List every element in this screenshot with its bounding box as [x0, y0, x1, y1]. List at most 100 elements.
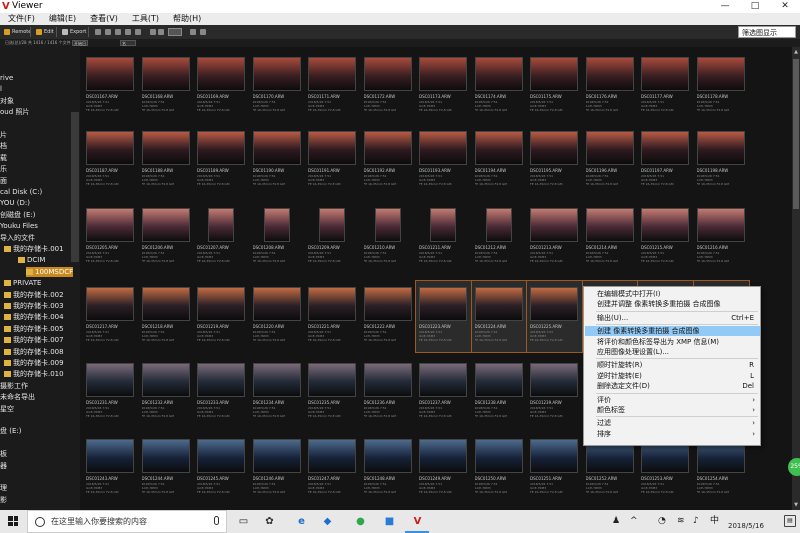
- folder-tree-item[interactable]: 导入的文件: [0, 233, 35, 243]
- thumbnail-item[interactable]: DSC01169.ARW 2018/5/26 7:51 ILCE-7RM3 FE 16…: [194, 51, 249, 122]
- fan-app-icon[interactable]: ✿: [262, 514, 277, 529]
- start-button[interactable]: [0, 510, 26, 533]
- thumbnail-item[interactable]: DSC01249.ARW 2018/5/26 7:51 ILCE-7RM3 FE 16…: [416, 433, 471, 504]
- context-menu-item[interactable]: 应用图像处理设置(L)...: [585, 347, 760, 357]
- thumbnail-item[interactable]: DSC01198.ARW 2018/5/26 7:51 ILCE-7RM3 FE 16…: [694, 125, 749, 196]
- thumbnail-item[interactable]: DSC01232.ARW 2018/5/26 7:51 ILCE-7RM3 FE 16…: [139, 357, 194, 428]
- thumbnail-item[interactable]: DSC01173.ARW 2018/5/26 7:51 ILCE-7RM3 FE 16…: [416, 51, 471, 122]
- menu-item[interactable]: 工具(T): [132, 13, 159, 25]
- thumbnail-item[interactable]: DSC01223.ARW 2018/5/26 7:51 ILCE-7RM3 FE 16…: [415, 280, 472, 353]
- menu-item[interactable]: 编辑(E): [49, 13, 76, 25]
- folder-tree-item[interactable]: 创磁盘 (E:): [0, 210, 35, 220]
- taskbar-search[interactable]: 在这里输入你要搜索的内容: [27, 510, 227, 533]
- context-menu-item[interactable]: 过滤 ›: [585, 418, 760, 428]
- context-menu-item[interactable]: 评价 ›: [585, 395, 760, 405]
- folder-tree-item[interactable]: 板: [0, 449, 7, 459]
- folder-tree-item[interactable]: 我的存储卡.003: [4, 301, 64, 311]
- thumbnail-item[interactable]: DSC01210.ARW 2018/5/26 7:51 ILCE-7RM3 FE 16…: [361, 202, 416, 273]
- thumbnail-item[interactable]: DSC01216.ARW 2018/5/26 7:51 ILCE-7RM3 FE 16…: [694, 202, 749, 273]
- thumbnail-item[interactable]: DSC01174.ARW 2018/5/26 7:51 ILCE-7RM3 FE 16…: [472, 51, 527, 122]
- thumbnail-item[interactable]: DSC01211.ARW 2018/5/26 7:51 ILCE-7RM3 FE 16…: [416, 202, 471, 273]
- folder-tree-item[interactable]: 我的存储卡.007: [4, 335, 64, 345]
- menu-item[interactable]: 帮助(H): [173, 13, 201, 25]
- context-menu-item[interactable]: 创建并调整 像素转换多重拍摄 合成图像: [585, 299, 760, 309]
- folder-tree-scrollbar[interactable]: [71, 112, 79, 262]
- thumbnail-item[interactable]: DSC01245.ARW 2018/5/26 7:51 ILCE-7RM3 FE 16…: [194, 433, 249, 504]
- thumbnail-item[interactable]: DSC01233.ARW 2018/5/26 7:51 ILCE-7RM3 FE 16…: [194, 357, 249, 428]
- thumbnail-item[interactable]: DSC01176.ARW 2018/5/26 7:51 ILCE-7RM3 FE 16…: [583, 51, 638, 122]
- folder-tree-item[interactable]: 未命名导出: [0, 392, 35, 402]
- thumbnail-item[interactable]: DSC01175.ARW 2018/5/26 7:51 ILCE-7RM3 FE 16…: [527, 51, 582, 122]
- folder-tree-item[interactable]: 载: [0, 153, 7, 163]
- thumbnail-item[interactable]: DSC01195.ARW 2018/5/26 7:51 ILCE-7RM3 FE 16…: [527, 125, 582, 196]
- viewer-app-icon[interactable]: V: [410, 514, 425, 529]
- thumbnail-item[interactable]: DSC01192.ARW 2018/5/26 7:51 ILCE-7RM3 FE 16…: [361, 125, 416, 196]
- scrollbar-thumb[interactable]: [793, 59, 799, 209]
- folder-tree-item[interactable]: 档: [0, 141, 7, 151]
- thumbnail-item[interactable]: DSC01167.ARW 2018/5/26 7:51 ILCE-7RM3 FE 16…: [83, 51, 138, 122]
- folder-tree-item[interactable]: 星空: [0, 404, 14, 414]
- volume-icon[interactable]: ♪: [693, 513, 699, 529]
- folder-tree-item[interactable]: 我的存储卡.002: [4, 290, 64, 300]
- folder-tree-item[interactable]: 我的存储卡.010: [4, 369, 64, 379]
- folder-tree-item[interactable]: YOU (D:): [0, 198, 30, 208]
- folder-tree-item[interactable]: 对象: [0, 96, 14, 106]
- thumbnail-item[interactable]: DSC01218.ARW 2018/5/26 7:51 ILCE-7RM3 FE 16…: [139, 281, 194, 352]
- thumbnail-item[interactable]: DSC01187.ARW 2018/5/26 7:51 ILCE-7RM3 FE 16…: [83, 125, 138, 196]
- minimize-button[interactable]: —: [710, 0, 740, 13]
- thumbnail-item[interactable]: DSC01188.ARW 2018/5/26 7:51 ILCE-7RM3 FE 16…: [139, 125, 194, 196]
- folder-tree-item[interactable]: 我的存储卡.009: [4, 358, 64, 368]
- menu-item[interactable]: 文件(F): [8, 13, 35, 25]
- folder-tree-item[interactable]: l: [0, 84, 2, 94]
- thumbnail-item[interactable]: DSC01194.ARW 2018/5/26 7:51 ILCE-7RM3 FE 16…: [472, 125, 527, 196]
- folder-tree-item[interactable]: 乐: [0, 164, 7, 174]
- context-menu-item[interactable]: 创建 像素转换多重拍摄 合成图像: [585, 326, 760, 337]
- view-list-icon[interactable]: [105, 29, 111, 35]
- thumbnail-item[interactable]: DSC01215.ARW 2018/5/26 7:51 ILCE-7RM3 FE 16…: [638, 202, 693, 273]
- scroll-up-icon[interactable]: ▲: [793, 49, 799, 55]
- thumbnail-item[interactable]: DSC01170.ARW 2018/5/26 7:51 ILCE-7RM3 FE 16…: [250, 51, 305, 122]
- thumbnail-item[interactable]: DSC01172.ARW 2018/5/26 7:51 ILCE-7RM3 FE 16…: [361, 51, 416, 122]
- grid-scrollbar[interactable]: ▲ ▼: [792, 47, 800, 510]
- thumbnail-item[interactable]: DSC01243.ARW 2018/5/26 7:51 ILCE-7RM3 FE 16…: [83, 433, 138, 504]
- display-mode-select[interactable]: 筛选图显示: [738, 26, 796, 38]
- thumbnail-item[interactable]: DSC01171.ARW 2018/5/26 7:51 ILCE-7RM3 FE 16…: [305, 51, 360, 122]
- folder-tree-item[interactable]: 我的存储卡.008: [4, 347, 64, 357]
- thumbnail-item[interactable]: DSC01250.ARW 2018/5/26 7:51 ILCE-7RM3 FE 16…: [472, 433, 527, 504]
- folder-tree-item[interactable]: 盘 (E:): [0, 426, 21, 436]
- ime-icon[interactable]: 中: [710, 513, 719, 529]
- thumbnail-item[interactable]: DSC01208.ARW 2018/5/26 7:51 ILCE-7RM3 FE 16…: [250, 202, 305, 273]
- menu-item[interactable]: 查看(V): [90, 13, 118, 25]
- folder-tree-item[interactable]: Youku Files: [0, 221, 38, 231]
- zoom-in-icon[interactable]: [200, 29, 206, 35]
- thumbnail-item[interactable]: DSC01217.ARW 2018/5/26 7:51 ILCE-7RM3 FE 16…: [83, 281, 138, 352]
- task-view-icon[interactable]: ▭: [236, 514, 251, 529]
- folder-tree-item[interactable]: 我的存储卡.001: [4, 244, 64, 254]
- thumbnail-item[interactable]: DSC01222.ARW 2018/5/26 7:51 ILCE-7RM3 FE 16…: [361, 281, 416, 352]
- folder-tree-item[interactable]: cal Disk (C:): [0, 187, 42, 197]
- folder-tree-item[interactable]: PRIVATE: [4, 278, 41, 288]
- folder-tree-item[interactable]: 器: [0, 461, 7, 471]
- folder-tree-item[interactable]: 摄影工作: [0, 381, 28, 391]
- thumbnail-item[interactable]: DSC01251.ARW 2018/5/26 7:51 ILCE-7RM3 FE 16…: [527, 433, 582, 504]
- context-menu-item[interactable]: 将评价和颜色标签导出为 XMP 信息(M): [585, 337, 760, 347]
- floating-badge[interactable]: 25%: [788, 458, 800, 476]
- folder-tree-item[interactable]: oud 照片: [0, 107, 29, 117]
- thumbnail-item[interactable]: DSC01239.ARW 2018/5/26 7:51 ILCE-7RM3 FE 16…: [527, 357, 582, 428]
- thumbnail-item[interactable]: DSC01236.ARW 2018/5/26 7:51 ILCE-7RM3 FE 16…: [361, 357, 416, 428]
- thumbnail-item[interactable]: DSC01235.ARW 2018/5/26 7:51 ILCE-7RM3 FE 16…: [305, 357, 360, 428]
- folder-tree-item[interactable]: 面: [0, 176, 7, 186]
- chevron-up-icon[interactable]: ^: [630, 513, 638, 529]
- folder-tree-item[interactable]: 理: [0, 483, 7, 493]
- zoom-out-icon[interactable]: [190, 29, 196, 35]
- view-grid-icon[interactable]: [95, 29, 101, 35]
- folder-tree-item[interactable]: rive: [0, 73, 13, 83]
- maximize-button[interactable]: □: [740, 0, 770, 13]
- thumbnail-item[interactable]: DSC01238.ARW 2018/5/26 7:51 ILCE-7RM3 FE 16…: [472, 357, 527, 428]
- thumbnail-item[interactable]: DSC01196.ARW 2018/5/26 7:51 ILCE-7RM3 FE 16…: [583, 125, 638, 196]
- thumbnail-item[interactable]: DSC01244.ARW 2018/5/26 7:51 ILCE-7RM3 FE 16…: [139, 433, 194, 504]
- close-button[interactable]: ✕: [770, 0, 800, 13]
- context-menu-item[interactable]: 在编辑模式中打开(I): [585, 289, 760, 299]
- scroll-down-icon[interactable]: ▼: [793, 502, 799, 508]
- thumbnail-item[interactable]: DSC01212.ARW 2018/5/26 7:51 ILCE-7RM3 FE 16…: [472, 202, 527, 273]
